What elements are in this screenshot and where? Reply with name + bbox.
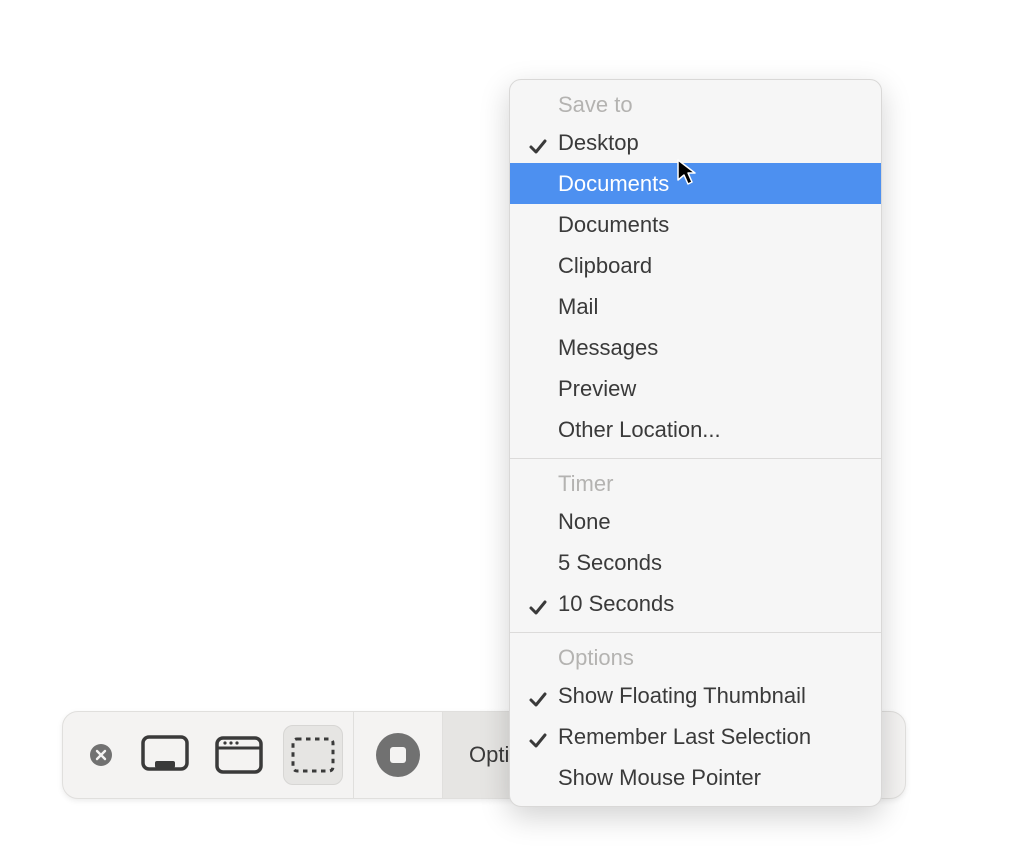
menu-item-label: Documents [558, 171, 669, 196]
menu-item-label: Documents [558, 212, 669, 237]
checkmark-icon [528, 727, 548, 747]
capture-entire-screen-button[interactable] [135, 725, 195, 785]
menu-item[interactable]: Messages [510, 327, 881, 368]
menu-item[interactable]: Remember Last Selection [510, 716, 881, 757]
menu-item[interactable]: Documents [510, 204, 881, 245]
menu-item-label: Desktop [558, 130, 639, 155]
menu-item[interactable]: 10 Seconds [510, 583, 881, 624]
menu-section-title: Save to [510, 88, 881, 122]
menu-item[interactable]: Other Location... [510, 409, 881, 450]
menu-item-label: None [558, 509, 611, 534]
menu-item[interactable]: None [510, 501, 881, 542]
menu-item-label: Other Location... [558, 417, 721, 442]
checkmark-icon [528, 594, 548, 614]
menu-item-label: Preview [558, 376, 636, 401]
record-screen-button[interactable] [376, 733, 420, 777]
menu-item-label: Show Mouse Pointer [558, 765, 761, 790]
menu-item[interactable]: Preview [510, 368, 881, 409]
capture-window-button[interactable] [209, 725, 269, 785]
close-icon [90, 744, 112, 766]
menu-divider [510, 458, 881, 459]
menu-item[interactable]: Documents [510, 163, 881, 204]
menu-item[interactable]: Show Floating Thumbnail [510, 675, 881, 716]
menu-item[interactable]: 5 Seconds [510, 542, 881, 583]
checkmark-icon [528, 133, 548, 153]
menu-item[interactable]: Desktop [510, 122, 881, 163]
close-button[interactable] [81, 744, 121, 766]
menu-section-title: Timer [510, 467, 881, 501]
options-menu: Save to Desktop Documents Documents Clipboar… [509, 79, 882, 807]
menu-divider [510, 632, 881, 633]
capture-selection-button[interactable] [283, 725, 343, 785]
menu-item-label: 10 Seconds [558, 591, 674, 616]
menu-section-title: Options [510, 641, 881, 675]
checkmark-icon [528, 686, 548, 706]
menu-item-label: Messages [558, 335, 658, 360]
screen-icon [141, 735, 189, 775]
menu-item[interactable]: Mail [510, 286, 881, 327]
menu-item[interactable]: Show Mouse Pointer [510, 757, 881, 798]
menu-item-label: Remember Last Selection [558, 724, 811, 749]
menu-item-label: 5 Seconds [558, 550, 662, 575]
stop-icon [390, 747, 406, 763]
menu-item-label: Mail [558, 294, 598, 319]
window-icon [215, 736, 263, 774]
menu-item-label: Show Floating Thumbnail [558, 683, 806, 708]
menu-item-label: Clipboard [558, 253, 652, 278]
menu-item[interactable]: Clipboard [510, 245, 881, 286]
selection-icon [290, 736, 336, 774]
